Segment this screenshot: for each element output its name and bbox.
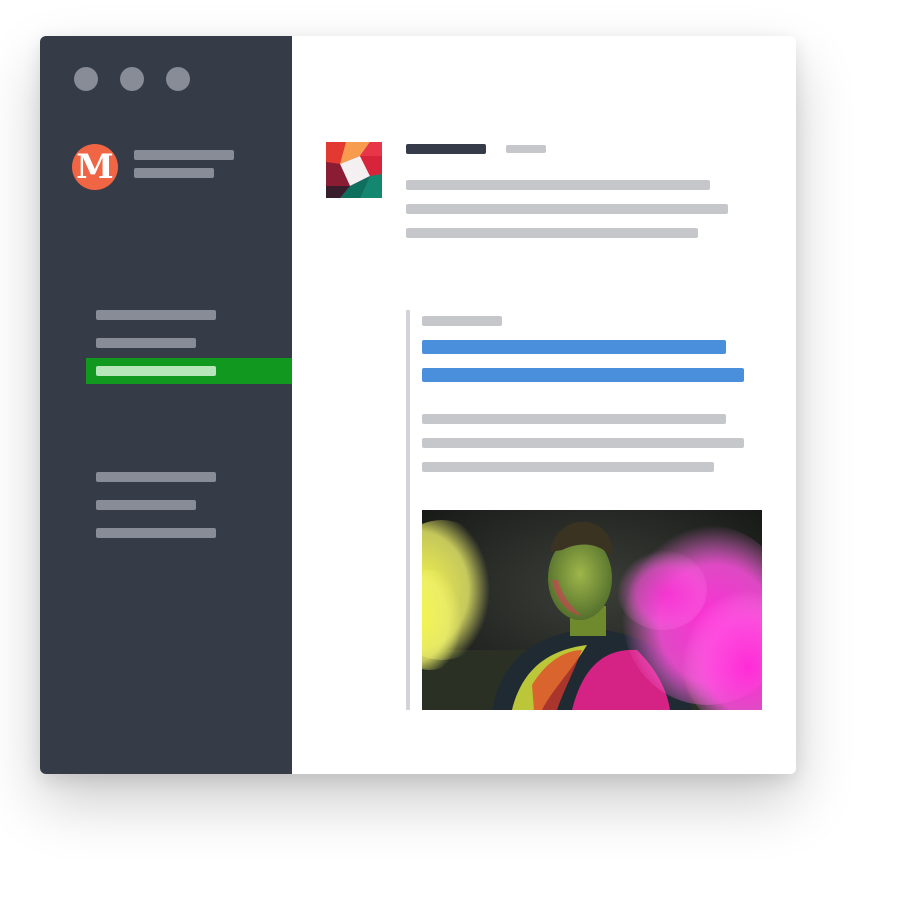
post-author-name[interactable]	[406, 144, 486, 154]
attachment-image[interactable]	[422, 510, 762, 710]
post-text-line	[406, 204, 728, 214]
message-pane	[292, 36, 796, 774]
sidebar-nav-item[interactable]	[96, 338, 196, 348]
attachment-title-link[interactable]	[422, 340, 726, 354]
minimize-window-button[interactable]	[120, 67, 144, 91]
workspace-subtitle	[134, 168, 214, 178]
attachment-description-line	[422, 414, 726, 424]
sidebar-nav-item[interactable]	[96, 500, 196, 510]
holi-powder-photo-icon	[422, 510, 762, 710]
app-window: M	[40, 36, 796, 774]
close-window-button[interactable]	[74, 67, 98, 91]
sidebar: M	[40, 36, 292, 774]
attachment-site-name	[422, 316, 502, 326]
post-text-line	[406, 180, 710, 190]
post-timestamp	[506, 145, 546, 153]
sidebar-nav-item-label	[96, 366, 216, 376]
post-avatar-graphic	[326, 142, 382, 198]
maximize-window-button[interactable]	[166, 67, 190, 91]
attachment-title-link[interactable]	[422, 368, 744, 382]
workspace-name	[134, 150, 234, 160]
workspace-avatar[interactable]: M	[72, 144, 118, 190]
attachment-description-line	[422, 438, 744, 448]
attachment-border	[406, 310, 410, 710]
sidebar-nav-item[interactable]	[96, 472, 216, 482]
post-text-line	[406, 228, 698, 238]
sidebar-nav-item-active[interactable]	[86, 358, 292, 384]
attachment-description-line	[422, 462, 714, 472]
sidebar-nav-item[interactable]	[96, 310, 216, 320]
sidebar-nav-item[interactable]	[96, 528, 216, 538]
colorful-tile-logo-icon[interactable]	[326, 142, 382, 198]
